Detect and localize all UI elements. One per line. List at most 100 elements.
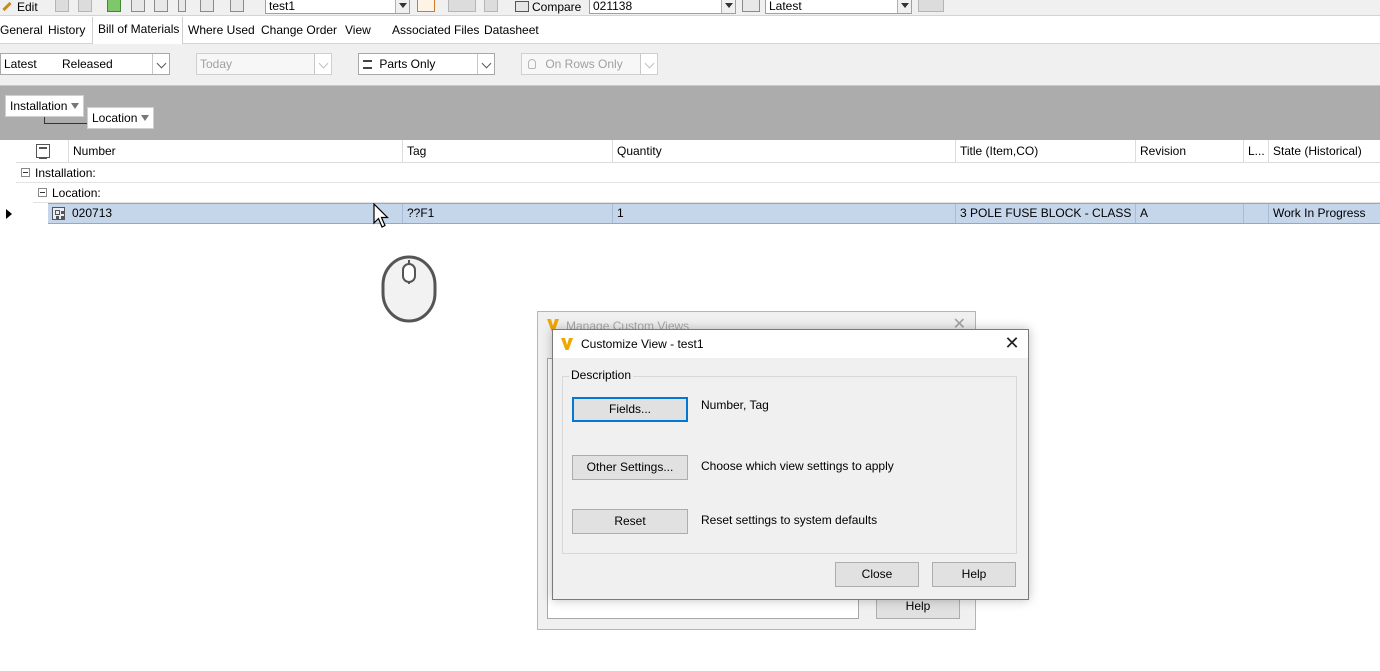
- group-chip-location[interactable]: Location: [87, 107, 155, 129]
- highlight-combo[interactable]: On Rows Only: [521, 53, 658, 75]
- tab-datasheet[interactable]: Datasheet: [484, 23, 539, 37]
- chevron-down-icon[interactable]: [395, 0, 409, 13]
- col-quantity[interactable]: Quantity: [612, 140, 955, 163]
- col-revision[interactable]: Revision: [1135, 140, 1243, 163]
- chevron-down-icon[interactable]: [477, 54, 494, 74]
- col-title[interactable]: Title (Item,CO): [955, 140, 1135, 163]
- assign-icon[interactable]: [200, 0, 214, 12]
- help-icon[interactable]: [230, 0, 244, 12]
- refresh-icon[interactable]: [107, 0, 121, 12]
- chevron-down-icon[interactable]: [897, 0, 911, 13]
- group-row-label: Installation:: [35, 166, 96, 180]
- group-row-label: Location:: [52, 186, 101, 200]
- tab-bill-of-materials[interactable]: Bill of Materials: [92, 17, 184, 44]
- help-button[interactable]: Help: [932, 562, 1016, 587]
- compare-button[interactable]: Compare: [515, 0, 581, 13]
- chevron-down-icon[interactable]: [152, 54, 169, 74]
- minus-icon[interactable]: [484, 0, 498, 12]
- cell-quantity[interactable]: 1: [612, 204, 955, 223]
- tab-view[interactable]: View: [345, 23, 371, 37]
- binoculars-icon[interactable]: [742, 0, 760, 12]
- fields-description: Number, Tag: [701, 398, 769, 412]
- grid-options-icon[interactable]: [918, 0, 944, 12]
- groupbox-label: Description: [569, 368, 634, 382]
- mouse-pointer-icon: [373, 203, 389, 228]
- compare-icon: [515, 1, 529, 12]
- chevron-down-icon[interactable]: [314, 54, 331, 74]
- compare-item-combo[interactable]: 021138: [589, 0, 736, 14]
- mouse-click-icon: [381, 255, 437, 323]
- group-row-installation[interactable]: Installation:: [16, 163, 1380, 183]
- cell-revision[interactable]: A: [1135, 204, 1243, 223]
- cell-l[interactable]: [1243, 204, 1268, 223]
- cell-title[interactable]: 3 POLE FUSE BLOCK - CLASS CC: [955, 204, 1135, 223]
- pencil-icon: [2, 1, 12, 12]
- reset-button[interactable]: Reset: [572, 509, 688, 534]
- col-number[interactable]: Number: [68, 140, 402, 163]
- cell-state[interactable]: Work In Progress: [1268, 204, 1380, 223]
- chevron-down-icon[interactable]: [721, 0, 735, 13]
- compare-label: Compare: [532, 0, 582, 14]
- parts-mode-value: Parts Only: [379, 57, 436, 71]
- reset-description: Reset settings to system defaults: [701, 513, 878, 527]
- bom-filter-bar: Latest Released Today Parts Only On Rows…: [0, 44, 1380, 86]
- print-icon[interactable]: [131, 0, 145, 12]
- group-chip-label: Location: [92, 111, 138, 125]
- col-l[interactable]: L...: [1243, 140, 1268, 163]
- copy-icon[interactable]: [55, 0, 69, 12]
- col-tag[interactable]: Tag: [402, 140, 612, 163]
- paste-icon[interactable]: [78, 0, 92, 12]
- description-groupbox: Description Fields... Number, Tag Other …: [562, 368, 1017, 554]
- revision-combo-value: Latest: [769, 0, 802, 13]
- other-settings-button[interactable]: Other Settings...: [572, 455, 688, 480]
- dialog-title: Customize View - test1: [581, 337, 704, 351]
- filter-icon[interactable]: [71, 103, 80, 109]
- filter-icon[interactable]: [141, 115, 150, 121]
- revision-combo[interactable]: Latest: [765, 0, 912, 14]
- highlight-value: On Rows Only: [545, 57, 623, 71]
- main-toolbar: Edit test1 Compare 021138 Latest: [0, 0, 1380, 16]
- compare-item-value: 021138: [593, 0, 633, 13]
- customize-view-dialog: Customize View - test1 ✕ Description Fie…: [552, 329, 1029, 600]
- revision-filter-left: Latest: [4, 57, 37, 71]
- group-by-panel: [0, 86, 1380, 140]
- cell-number[interactable]: 020713: [68, 204, 402, 223]
- close-icon[interactable]: ✕: [1003, 333, 1021, 353]
- filter-icon[interactable]: [448, 0, 476, 12]
- other-settings-description: Choose which view settings to apply: [701, 459, 894, 473]
- column-chooser-icon[interactable]: [36, 144, 50, 159]
- col-state[interactable]: State (Historical): [1268, 140, 1380, 163]
- fields-button[interactable]: Fields...: [572, 397, 688, 422]
- edit-button[interactable]: Edit: [2, 0, 38, 13]
- tab-general[interactable]: General: [0, 23, 43, 37]
- table-row[interactable]: 020713 ??F1 1 3 POLE FUSE BLOCK - CLASS …: [48, 203, 1380, 224]
- tab-strip: General History Bill of Materials Where …: [0, 17, 1380, 44]
- tab-where-used[interactable]: Where Used: [188, 23, 255, 37]
- lightbulb-icon: [528, 59, 536, 69]
- view-combo[interactable]: test1: [265, 0, 410, 14]
- parts-mode-combo[interactable]: Parts Only: [358, 53, 495, 75]
- vault-logo-icon: [561, 338, 573, 350]
- current-row-indicator-icon: [6, 209, 12, 219]
- item-icon: [52, 207, 65, 220]
- chevron-down-icon[interactable]: [640, 54, 657, 74]
- tab-change-order[interactable]: Change Order: [261, 23, 337, 37]
- group-chip-label: Installation: [10, 99, 68, 113]
- tab-history[interactable]: History: [48, 23, 85, 37]
- group-row-location[interactable]: Location:: [33, 183, 1380, 203]
- cell-tag[interactable]: ??F1: [402, 204, 612, 223]
- collapse-icon[interactable]: [21, 168, 30, 177]
- preview-icon[interactable]: [154, 0, 168, 12]
- date-filter-combo[interactable]: Today: [196, 53, 332, 75]
- close-button[interactable]: Close: [835, 562, 919, 587]
- customize-view-icon[interactable]: [417, 0, 435, 12]
- revision-filter-combo[interactable]: Latest Released: [0, 53, 170, 75]
- group-chip-installation[interactable]: Installation: [5, 95, 85, 117]
- revision-filter-right: Released: [62, 57, 113, 71]
- tab-associated-files[interactable]: Associated Files: [392, 23, 479, 37]
- grid-header: Number Tag Quantity Title (Item,CO) Revi…: [16, 140, 1380, 163]
- collapse-icon[interactable]: [38, 188, 47, 197]
- view-combo-value: test1: [269, 0, 296, 13]
- date-filter-value: Today: [200, 57, 233, 71]
- attach-icon[interactable]: [178, 0, 186, 12]
